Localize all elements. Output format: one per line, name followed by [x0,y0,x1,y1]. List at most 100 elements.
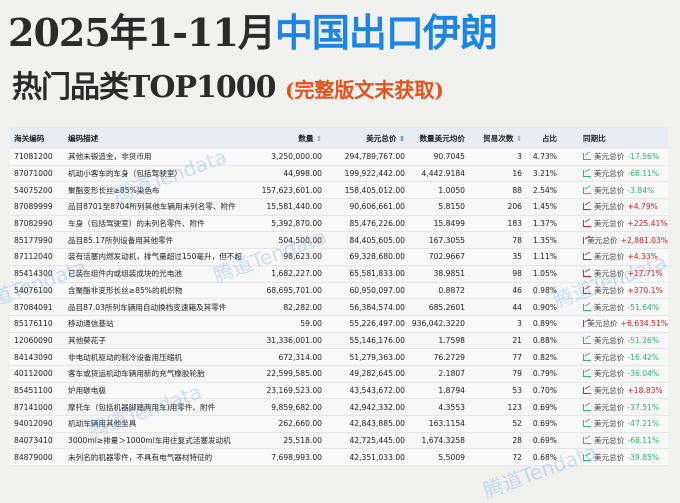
cell-qty: 1,682,227.00 [271,269,322,279]
header-usd-label: 美元总价 [366,133,397,143]
cell-count: 28 [512,436,522,446]
cell-share: 3.21% [532,169,557,179]
table-row[interactable]: 87082990 车身（包括驾驶室）的未列名零件、附件 5,392,870.00 85… [10,215,668,233]
title-prefix: 2025年1-11月 [8,10,276,55]
trend-up-icon [583,320,585,328]
cell-qty: 68,695,701.00 [266,285,322,295]
table-row[interactable]: 84143090 非电动机驱动的制冷设备用压缩机 672,314.00 51,279,… [10,349,668,366]
cell-qty: 25,518.00 [283,436,322,446]
cell-code: 87082990 [14,219,53,229]
cell-desc: 炉用碳电极 [68,385,106,395]
cell-count: 35 [512,252,522,262]
cell-avg: 685.2601 [428,302,465,312]
yoy-label: 美元总价 [594,335,625,345]
cell-count: 78 [512,235,522,245]
yoy-label: 美元总价 [594,169,625,179]
cell-yoy: 美元总价 -66.11% [557,168,668,179]
table-row[interactable]: 87084091 品目87.03所列车辆用自动换档变速箱及其零件 82,282.00… [10,299,668,316]
cell-code: 87084091 [14,302,53,312]
cell-code: 85414300 [14,269,53,279]
trend-down-icon [583,437,591,445]
cell-yoy: 美元总价 -36.04% [557,368,668,379]
cell-code: 87071000 [14,169,53,179]
cell-desc: 机动小客车的车身（包括驾驶室） [68,169,182,179]
header-qty[interactable]: 数量 ⇕ [242,133,322,144]
cell-count: 77 [512,352,522,362]
table-row[interactable]: 87089999 品目8701至8704所列其他车辆用未列名零、附件 15,581,… [10,199,668,216]
table-row[interactable]: 85451100 炉用碳电极 23,169,523.00 43,543,672.00 1… [10,382,668,400]
table-row[interactable]: 94012090 机动车辆用其他坐具 262,660.00 42,843,885.00… [10,416,668,433]
yoy-value: +2,881.03% [620,235,668,245]
table-row[interactable]: 54075200 聚酯变形长丝≥85%染色布 157,623,601.00 158,4… [10,182,668,200]
cell-desc: 未列名的机器零件，不具有电气器材特征的 [68,452,213,462]
cell-usd: 42,725,445.00 [349,436,405,446]
table-row[interactable]: 85414300 已装在组件内或组装成块的光电池 1,682,227.00 65,58… [10,266,668,283]
table-row[interactable]: 85177990 品目85.17所列设备用其他零件 504,500.00 84,405… [10,232,668,250]
yoy-label: 美元总价 [594,385,625,395]
table-row[interactable]: 40112000 客车或货运机动车辆用新的充气橡胶轮胎 22,599,585.00 4… [10,366,668,383]
cell-code: 54075200 [14,185,53,195]
yoy-value: +370.1% [627,285,663,295]
yoy-label: 美元总价 [594,202,625,212]
cell-avg: 163.1154 [428,419,465,429]
trend-up-icon [583,253,591,261]
cell-share: 1.11% [532,252,557,262]
header-count[interactable]: 贸易次数 ⇕ [465,133,522,144]
trend-up-icon [583,220,591,228]
table-row[interactable]: 85176110 移动通信基站 59.00 55,226,497.00 936,042.… [10,315,668,333]
cell-desc: 其他未锻造金，非货币用 [68,152,152,162]
yoy-value: -16.42% [627,352,660,362]
cell-qty: 3,250,000.00 [271,152,322,162]
trend-down-icon [583,303,591,311]
yoy-label: 美元总价 [587,235,618,245]
yoy-value: -37.51% [627,402,660,412]
cell-usd: 42,843,885.00 [349,419,405,429]
trend-up-icon [583,236,585,244]
cell-avg: 936,042.3220 [411,319,465,329]
cell-share: 0.82% [532,352,557,362]
cell-code: 94012090 [14,419,53,429]
yoy-value: -51.64% [627,302,660,312]
cell-desc: 车身（包括驾驶室）的未列名零件、附件 [68,219,205,229]
cell-yoy: 美元总价 +18.83% [557,385,668,396]
cell-yoy: 美元总价 +4.33% [557,251,668,262]
cell-yoy: 美元总价 +4.79% [557,201,668,212]
cell-usd: 85,476,226.00 [349,219,405,229]
cell-qty: 59.00 [300,319,322,329]
table-row[interactable]: 84073410 3000ml≥排量＞1000ml车用往复式活塞发动机 25,518… [10,433,668,450]
cell-count: 183 [507,219,523,229]
cell-count: 3 [517,152,522,162]
cell-count: 44 [512,302,522,312]
header-usd[interactable]: 美元总价 ⇕ [322,133,405,144]
yoy-value: +17.71% [627,269,663,279]
cell-usd: 158,405,012.00 [344,185,405,195]
table-row[interactable]: 87141000 摩托车（包括机器脚踏两用车)用零件、附件 9,859,682.00… [10,399,668,416]
cell-desc: 装有活塞内燃发动机，排气量超过150毫升，但不超... [68,252,242,262]
cell-count: 52 [512,419,522,429]
table-row[interactable]: 54076100 含聚酯非变形长丝≥85%的机织物 68,695,701.00 60,… [10,282,668,300]
table-row[interactable]: 12060090 其他葵花子 31,336,001.00 55,146,176.00 1… [10,333,668,350]
cell-usd: 65,581,833.00 [349,269,405,279]
cell-avg: 4.3553 [438,402,465,412]
yoy-value: -39.85% [627,452,660,462]
cell-desc: 品目8701至8704所列其他车辆用未列名零、附件 [68,202,236,212]
cell-desc: 非电动机驱动的制冷设备用压缩机 [68,352,182,362]
cell-desc: 含聚酯非变形长丝≥85%的机织物 [68,285,183,295]
cell-avg: 76.2729 [433,352,465,362]
table-row[interactable]: 87112040 装有活塞内燃发动机，排气量超过150毫升，但不超... 98,62… [10,249,668,266]
yoy-value: +4.33% [627,252,658,262]
subtitle-note: (完整版文末获取) [284,78,444,102]
cell-avg: 167.3055 [428,235,465,245]
yoy-label: 美元总价 [594,436,625,446]
cell-yoy: 美元总价 -51.26% [557,335,668,346]
table-row[interactable]: 87071000 机动小客车的车身（包括驾驶室） 44,998.00 199,922,… [10,166,668,183]
cell-yoy: 美元总价 +17.71% [557,268,668,279]
table-row[interactable]: 71081200 其他未锻造金，非货币用 3,250,000.00 294,789,7… [10,149,668,166]
table-row[interactable]: 84879000 未列名的机器零件，不具有电气器材特征的 7,698,993.00 4… [10,449,668,467]
yoy-label: 美元总价 [594,152,625,162]
trend-down-icon [583,353,591,361]
cell-qty: 262,660.00 [278,419,322,429]
cell-code: 85451100 [14,385,53,395]
cell-share: 1.45% [532,202,557,212]
title-line-1: 2025年1-11月中国出口伊朗 [8,2,498,57]
